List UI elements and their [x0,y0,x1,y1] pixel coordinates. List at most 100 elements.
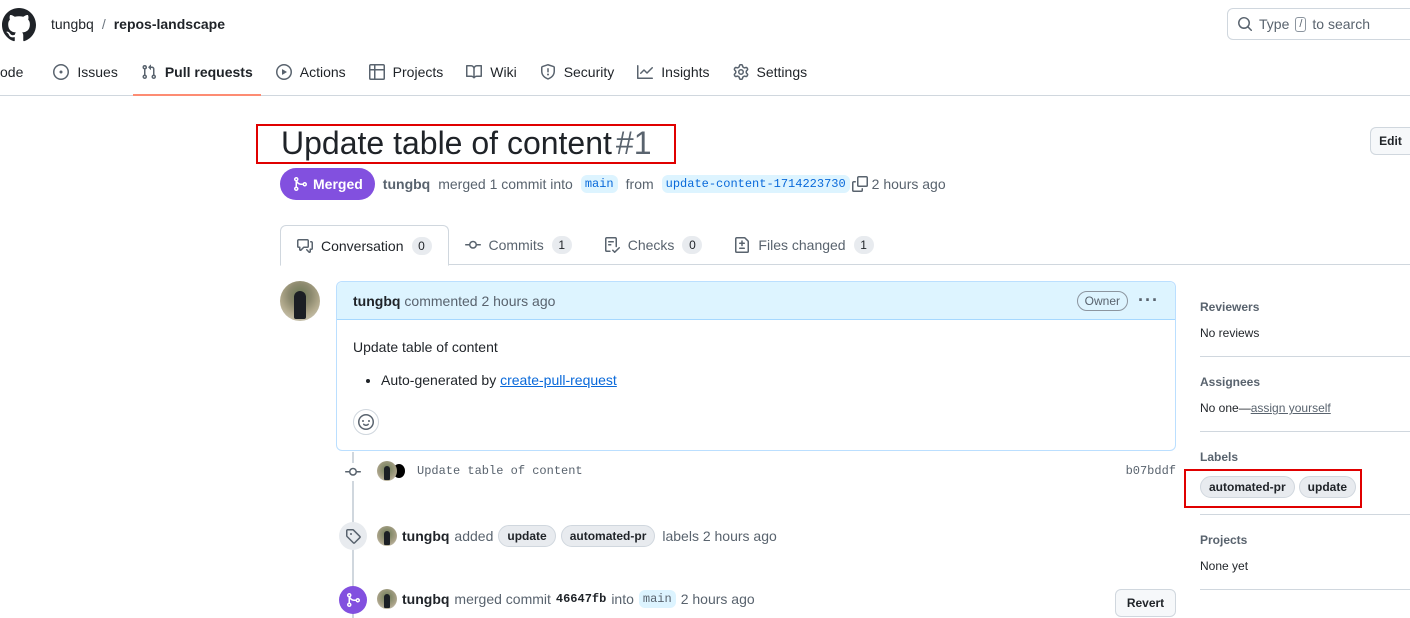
nav-issues[interactable]: Issues [45,56,125,88]
tab-commits-label: Commits [488,237,544,253]
nav-projects-label: Projects [392,64,444,80]
comment-text: Update table of content [353,339,498,355]
sidebar: Reviewers No reviews Assignees No one—as… [1200,290,1410,590]
nav-pull-requests[interactable]: Pull requests [132,56,261,96]
nav-settings[interactable]: Settings [725,56,816,88]
tab-files-changed-count: 1 [853,236,874,254]
copy-icon[interactable] [851,176,868,192]
tab-conversation-label: Conversation [321,237,404,254]
merge-into: into [611,591,634,607]
event-verb: added [454,528,494,544]
comment-meta[interactable]: commented 2 hours ago [404,293,555,309]
comment-discussion-icon [297,238,313,253]
list-item: Auto-generated by create-pull-request [381,372,1159,388]
tab-checks-count: 0 [682,236,703,254]
merge-commit-sha[interactable]: 46647fb [556,592,606,606]
tab-files-changed[interactable]: Files changed 1 [718,225,889,265]
avatar[interactable] [280,281,320,321]
label-automated-pr[interactable]: automated-pr [560,525,656,547]
avatar[interactable] [377,589,397,609]
nav-settings-label: Settings [756,64,808,80]
comment-body: Update table of content Auto-generated b… [337,320,1175,404]
reviewers-heading[interactable]: Reviewers [1200,300,1410,314]
comment-author-link[interactable]: tungbq [353,293,400,309]
merge-branch[interactable]: main [638,590,676,608]
git-commit-icon [464,240,481,249]
assignees-heading[interactable]: Assignees [1200,375,1410,389]
nav-code[interactable]: ode [0,56,31,88]
tab-checks[interactable]: Checks 0 [588,225,719,265]
issue-opened-icon [53,64,70,80]
smiley-icon [358,414,374,430]
merge-icon [347,593,361,607]
assignees-none: No one— [1200,401,1251,415]
pr-number: #1 [615,125,652,161]
tab-conversation[interactable]: Conversation 0 [280,225,449,266]
comment-box: tungbq commented 2 hours ago Owner ··· U… [336,281,1176,451]
graph-icon [637,65,654,79]
event-author-link[interactable]: tungbq [402,528,449,544]
page-title: Update table of content #1 [281,125,652,162]
tab-checks-label: Checks [627,237,675,253]
commit-dot [344,463,362,481]
pr-time: 2 hours ago [871,176,946,192]
merge-author-link[interactable]: tungbq [402,591,449,607]
event-suffix: labels 2 hours ago [662,528,777,544]
avatar[interactable] [377,526,397,546]
label-event-row: tungbq added update automated-pr labels … [377,525,777,547]
git-commit-icon [345,467,361,476]
repo-link[interactable]: repos-landscape [114,16,225,32]
top-header: tungbq / repos-landscape Type / to searc… [0,0,1410,96]
labels-heading[interactable]: Labels [1200,450,1410,464]
nav-insights[interactable]: Insights [629,56,717,88]
assign-yourself-link[interactable]: assign yourself [1251,401,1331,415]
base-branch[interactable]: main [580,175,618,193]
status-label: Merged [313,176,363,192]
sidebar-assignees: Assignees No one—assign yourself [1200,357,1410,432]
search-shortcut-key: / [1295,16,1307,32]
breadcrumb: tungbq / repos-landscape [51,16,225,32]
github-logo-icon[interactable] [2,8,36,42]
head-branch[interactable]: update-content-1714223730 [661,175,850,193]
projects-heading[interactable]: Projects [1200,533,1410,547]
from-text: from [625,176,654,192]
tab-commits[interactable]: Commits 1 [449,225,588,265]
pr-author-link[interactable]: tungbq [383,176,430,192]
file-diff-icon [735,237,750,253]
search-placeholder-prefix: Type [1259,16,1290,32]
comment-list: Auto-generated by create-pull-request [353,372,1159,388]
search-icon [1238,17,1253,32]
search-placeholder-suffix: to search [1312,16,1371,32]
create-pull-request-link[interactable]: create-pull-request [500,372,617,388]
commit-message-link[interactable]: Update table of content [417,464,583,478]
merge-time: 2 hours ago [680,591,755,607]
play-icon [275,64,292,80]
nav-security-label: Security [563,64,615,80]
nav-projects[interactable]: Projects [361,56,452,88]
owner-link[interactable]: tungbq [51,16,94,32]
label-event-badge [339,522,367,550]
avatar[interactable] [377,461,397,481]
merge-event-row: tungbq merged commit 46647fb into main 2… [377,589,755,609]
kebab-menu-icon[interactable]: ··· [1138,290,1159,311]
labels-highlight-box [1184,469,1362,508]
commit-sha-link[interactable]: b07bddf [1126,464,1176,478]
pr-tabs: Conversation 0 Commits 1 Checks 0 Files … [280,225,1410,266]
revert-button[interactable]: Revert [1115,589,1176,617]
nav-security[interactable]: Security [532,56,623,88]
merge-icon [294,177,308,191]
search-input[interactable]: Type / to search [1227,8,1410,40]
pr-title-text: Update table of content [281,125,612,161]
pull-request-icon [142,64,156,80]
edit-button[interactable]: Edit [1370,127,1410,155]
nav-wiki[interactable]: Wiki [458,56,524,88]
merge-verb: merged commit [454,591,551,607]
label-update[interactable]: update [498,525,556,547]
tab-commits-count: 1 [551,236,572,254]
nav-code-label: ode [0,64,24,80]
nav-actions[interactable]: Actions [268,56,354,88]
avatar-figure [294,291,306,319]
add-reaction-button[interactable] [353,409,379,435]
tab-conversation-count: 0 [411,236,432,255]
book-icon [466,64,483,79]
